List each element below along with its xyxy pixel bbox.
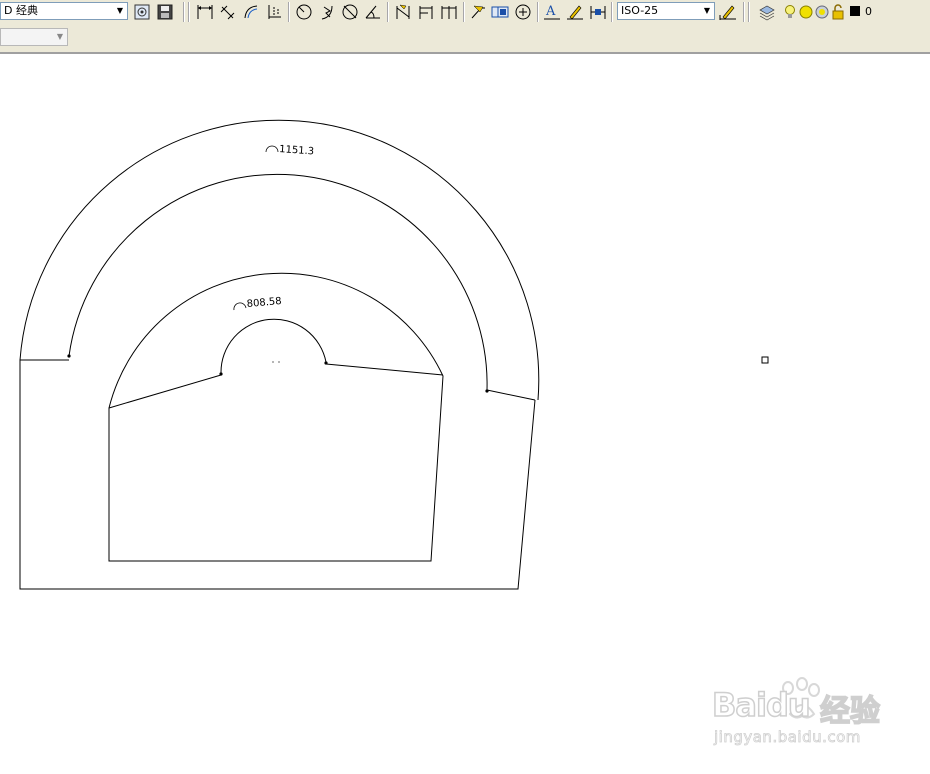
toolbar-separator: [748, 2, 750, 22]
layer-on-toggle[interactable]: [783, 2, 797, 22]
sun-icon: [799, 5, 813, 19]
layer-lock-toggle[interactable]: [830, 2, 846, 22]
workspace-value: D 经典: [4, 4, 38, 17]
chevron-down-icon: ▼: [703, 6, 711, 15]
outer-boundary: [19, 119, 540, 590]
workspace-select[interactable]: D 经典 ▼: [0, 2, 128, 20]
center-arc: [220, 318, 327, 374]
watermark-url: jingyan.baidu.com: [714, 728, 861, 747]
inner-right-slope: [325, 363, 444, 376]
toolbar-separator: [387, 2, 389, 22]
lock-icon: [832, 4, 844, 20]
toolbar-separator: [183, 2, 185, 22]
layer-name: 0: [865, 5, 872, 18]
outer-right-ledge: [486, 389, 536, 401]
arc-length-icon: [244, 5, 258, 19]
quick-dimension-button[interactable]: [393, 2, 413, 22]
inner-left-slope: [108, 374, 222, 409]
toolbar-separator: [611, 2, 613, 22]
arc-symbol-icon: [265, 145, 279, 153]
quick-leader-button[interactable]: [468, 2, 488, 22]
watermark-brand-cn: 经验: [819, 693, 881, 730]
secondary-select[interactable]: ▼: [0, 28, 68, 46]
workspace-save-button[interactable]: [155, 2, 175, 22]
arc-symbol-icon: [233, 302, 247, 311]
dimension-update-icon: [590, 6, 606, 19]
arc-endpoint: [485, 389, 489, 393]
toolbar-separator: [288, 2, 290, 22]
quick-dimension-icon: [396, 4, 410, 19]
layers-icon: [759, 5, 775, 21]
tolerance-icon: [491, 6, 509, 18]
leader-icon: [471, 5, 485, 19]
toolbar-separator: [743, 2, 745, 22]
secondary-toolbar: ▼: [0, 24, 930, 54]
middle-arc: [68, 173, 488, 391]
ordinate-dimension-button[interactable]: [264, 2, 284, 22]
arc-endpoint: [67, 354, 71, 358]
layer-viewport-freeze-toggle[interactable]: [814, 2, 830, 22]
toolbar-separator: [537, 2, 539, 22]
layer-color-swatch: [850, 6, 860, 16]
toolbar-separator: [463, 2, 465, 22]
dimension-style-select[interactable]: ISO-25 ▼: [617, 2, 715, 20]
baseline-dimension-button[interactable]: [416, 2, 436, 22]
center-point: [278, 361, 280, 363]
top-toolbar: D 经典 ▼ A ISO-25 ▼ 0: [0, 0, 930, 25]
cursor-pickbox: [761, 356, 769, 364]
chevron-down-icon: ▼: [116, 6, 124, 15]
drawing-svg: 1151.3 808.58: [19, 119, 769, 590]
angular-dimension-icon: [365, 5, 380, 19]
jogged-dimension-icon: [321, 5, 333, 20]
drawing-canvas[interactable]: 1151.3 808.58: [0, 54, 930, 770]
radius-dimension-icon: [296, 4, 312, 20]
ordinate-dimension-icon: [268, 5, 281, 19]
center-mark-icon: [515, 4, 531, 20]
arc-length-button[interactable]: [241, 2, 261, 22]
continue-dimension-button[interactable]: [439, 2, 459, 22]
viewport-sun-icon: [815, 5, 829, 19]
center-mark-button[interactable]: [513, 2, 533, 22]
save-icon: [157, 4, 173, 20]
dimension-style-value: ISO-25: [621, 4, 659, 17]
svg-text:A: A: [545, 4, 556, 19]
radius-dimension-button[interactable]: [294, 2, 314, 22]
toolbar-separator: [188, 2, 190, 22]
lightbulb-icon: [785, 5, 795, 18]
workspace-settings-button[interactable]: [132, 2, 152, 22]
inner-boundary: [108, 272, 444, 562]
baidu-watermark: Baidu 经验 jingyan.baidu.com: [711, 674, 887, 754]
dimension-outer-label: 1151.3: [279, 144, 315, 157]
baseline-dimension-icon: [419, 6, 433, 19]
aligned-dimension-button[interactable]: [218, 2, 238, 22]
gear-icon: [134, 4, 150, 20]
tolerance-button[interactable]: [490, 2, 510, 22]
diameter-dimension-icon: [342, 4, 358, 20]
dimension-outer-arc[interactable]: 1151.3: [265, 144, 315, 157]
linear-dimension-icon: [197, 5, 213, 19]
dimension-update-button[interactable]: [588, 2, 608, 22]
pencil-icon: [567, 5, 583, 20]
linear-dimension-button[interactable]: [195, 2, 215, 22]
watermark-brand: Baidu: [711, 685, 811, 725]
diameter-dimension-button[interactable]: [340, 2, 360, 22]
dimension-text-edit-button[interactable]: [565, 2, 585, 22]
arc-endpoint: [324, 361, 328, 365]
continue-dimension-icon: [441, 6, 457, 19]
dimension-edit-button[interactable]: A: [542, 2, 562, 22]
aligned-dimension-icon: [220, 5, 235, 20]
angular-dimension-button[interactable]: [363, 2, 383, 22]
jogged-dimension-button[interactable]: [317, 2, 337, 22]
dimension-text-icon: A: [544, 4, 560, 20]
chevron-down-icon: ▼: [56, 32, 64, 41]
center-point: [272, 361, 274, 363]
dimension-inner-arc[interactable]: 808.58: [233, 296, 282, 311]
dimension-style-button[interactable]: [718, 2, 738, 22]
layer-properties-button[interactable]: [757, 2, 777, 22]
arc-endpoint: [219, 372, 223, 376]
layer-freeze-toggle[interactable]: [798, 2, 814, 22]
dimension-style-icon: [719, 5, 736, 20]
dimension-inner-label: 808.58: [246, 296, 282, 310]
